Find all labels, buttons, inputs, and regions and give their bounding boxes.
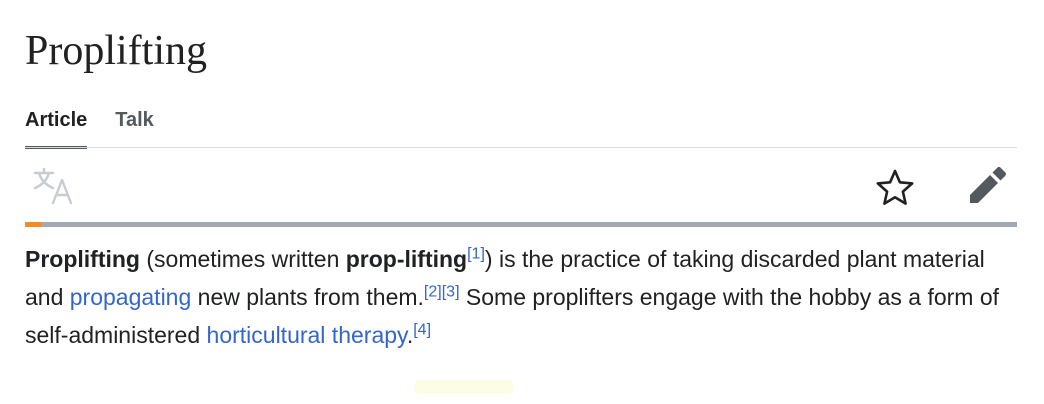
reference-link-3[interactable]: [3] [442,283,460,300]
horticultural-therapy-link[interactable]: horticultural therapy [207,322,407,348]
reading-progress-fill [25,222,41,227]
highlight-fragment [414,380,514,394]
reference-link-1[interactable]: [1] [467,245,485,262]
namespace-tabs: Article Talk [25,106,154,149]
tab-talk[interactable]: Talk [115,106,154,149]
reference-2: [2][3] [424,283,460,300]
language-button[interactable] [31,166,79,206]
reference-1: [1] [467,245,485,262]
pencil-icon [970,167,1006,203]
page-title: Proplifting [25,28,208,74]
reference-link-2[interactable]: [2] [424,283,442,300]
translate-icon [33,167,73,205]
star-icon [876,169,914,205]
lead-text-1: (sometimes written [139,246,346,272]
tab-article[interactable]: Article [25,106,88,149]
propagating-link[interactable]: propagating [70,284,192,310]
watch-button[interactable] [873,166,917,210]
reference-4: [4] [413,321,431,338]
lead-paragraph: Proplifting (sometimes written prop-lift… [25,240,1025,354]
bold-alt-term: prop-lifting [345,246,468,272]
reference-link-4[interactable]: [4] [413,321,431,338]
page-toolbar [25,148,1017,222]
edit-button[interactable] [965,164,1009,208]
bold-term: Proplifting [25,246,140,272]
lead-text-3: new plants from them. [191,284,424,310]
reading-progress-bar [25,222,1017,227]
